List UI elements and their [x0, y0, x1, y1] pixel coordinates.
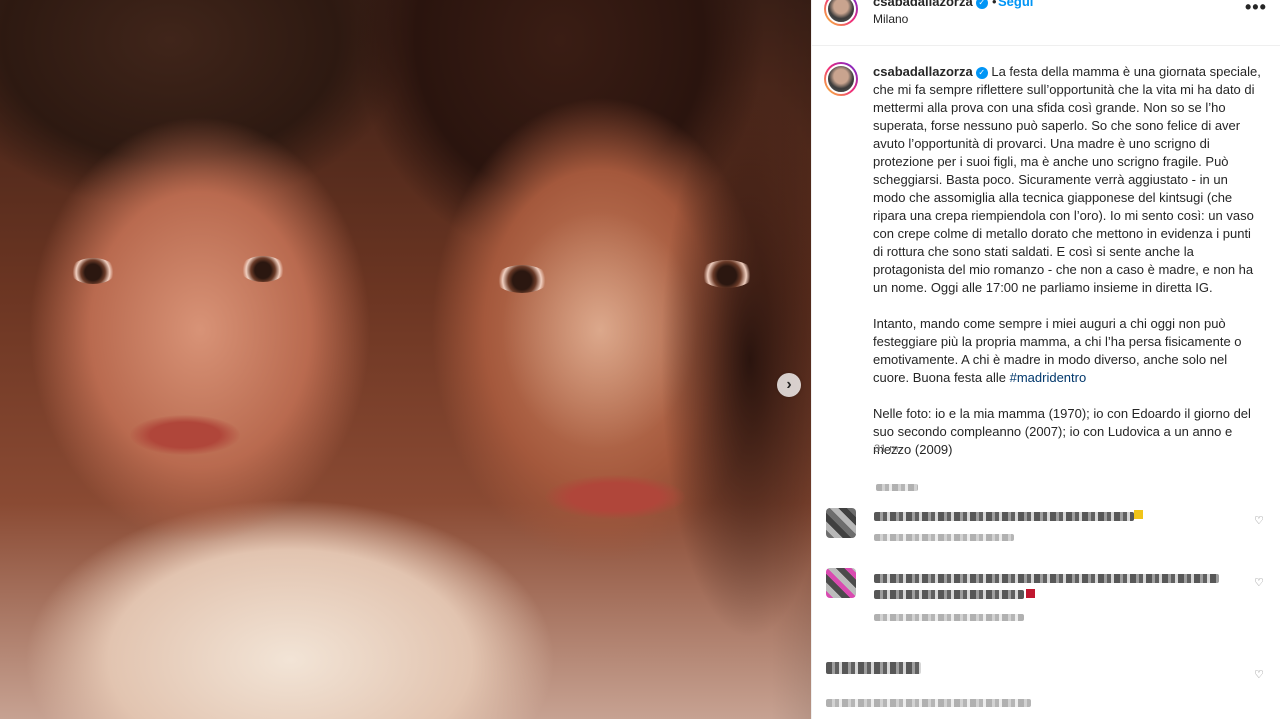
like-comment-icon[interactable]: ♡	[1254, 668, 1264, 681]
post-timestamp: 31 m	[874, 443, 899, 455]
caption-avatar[interactable]	[824, 62, 858, 96]
verified-icon: ✓	[975, 66, 988, 79]
obscured-comment-meta	[874, 614, 1024, 621]
post-photo[interactable]: ›	[0, 0, 811, 719]
next-photo-button[interactable]: ›	[777, 373, 801, 397]
post-header: csabadallazorza ✓ • Segui Milano •••	[812, 0, 1280, 46]
baby-eye-left	[70, 258, 116, 284]
obscured-emoji	[1134, 510, 1143, 519]
obscured-comment	[826, 662, 921, 674]
obscured-comment-meta	[874, 534, 1014, 541]
like-comment-icon[interactable]: ♡	[1254, 576, 1264, 589]
follow-button[interactable]: Segui	[998, 0, 1033, 9]
obscured-comment	[874, 590, 1024, 599]
avatar[interactable]	[824, 0, 858, 26]
caption-paragraph-1: La festa della mamma è una giornata spec…	[873, 64, 1261, 295]
post-caption: csabadallazorza ✓ La festa della mamma è …	[873, 63, 1263, 477]
caption-username[interactable]: csabadallazorza	[873, 64, 973, 79]
obscured-comment-meta	[826, 699, 1031, 707]
mother-lips	[545, 475, 685, 519]
header-username[interactable]: csabadallazorza ✓	[873, 0, 988, 9]
obscured-comment	[874, 512, 1134, 521]
baby-lips	[130, 415, 240, 455]
more-options-icon[interactable]: •••	[1245, 0, 1267, 18]
verified-icon: ✓	[975, 0, 988, 9]
hashtag-link[interactable]: #madridentro	[1010, 370, 1087, 385]
caption-paragraph-3: Nelle foto: io e la mia mamma (1970); io…	[873, 406, 1251, 457]
separator-dot: •	[992, 0, 997, 9]
like-comment-icon[interactable]: ♡	[1254, 514, 1264, 527]
obscured-text	[876, 484, 918, 491]
obscured-emoji	[1026, 589, 1035, 598]
location-link[interactable]: Milano	[873, 12, 908, 26]
post-sidebar: csabadallazorza ✓ • Segui Milano ••• csab…	[811, 0, 1280, 719]
mother-eye-right	[700, 260, 754, 288]
baby-eye-right	[240, 256, 286, 282]
comment-avatar[interactable]	[826, 568, 856, 598]
photo-edge	[771, 0, 811, 719]
obscured-comment	[874, 574, 1219, 583]
chevron-right-icon: ›	[786, 376, 792, 393]
mother-eye-left	[495, 265, 549, 293]
comment-avatar[interactable]	[826, 508, 856, 538]
